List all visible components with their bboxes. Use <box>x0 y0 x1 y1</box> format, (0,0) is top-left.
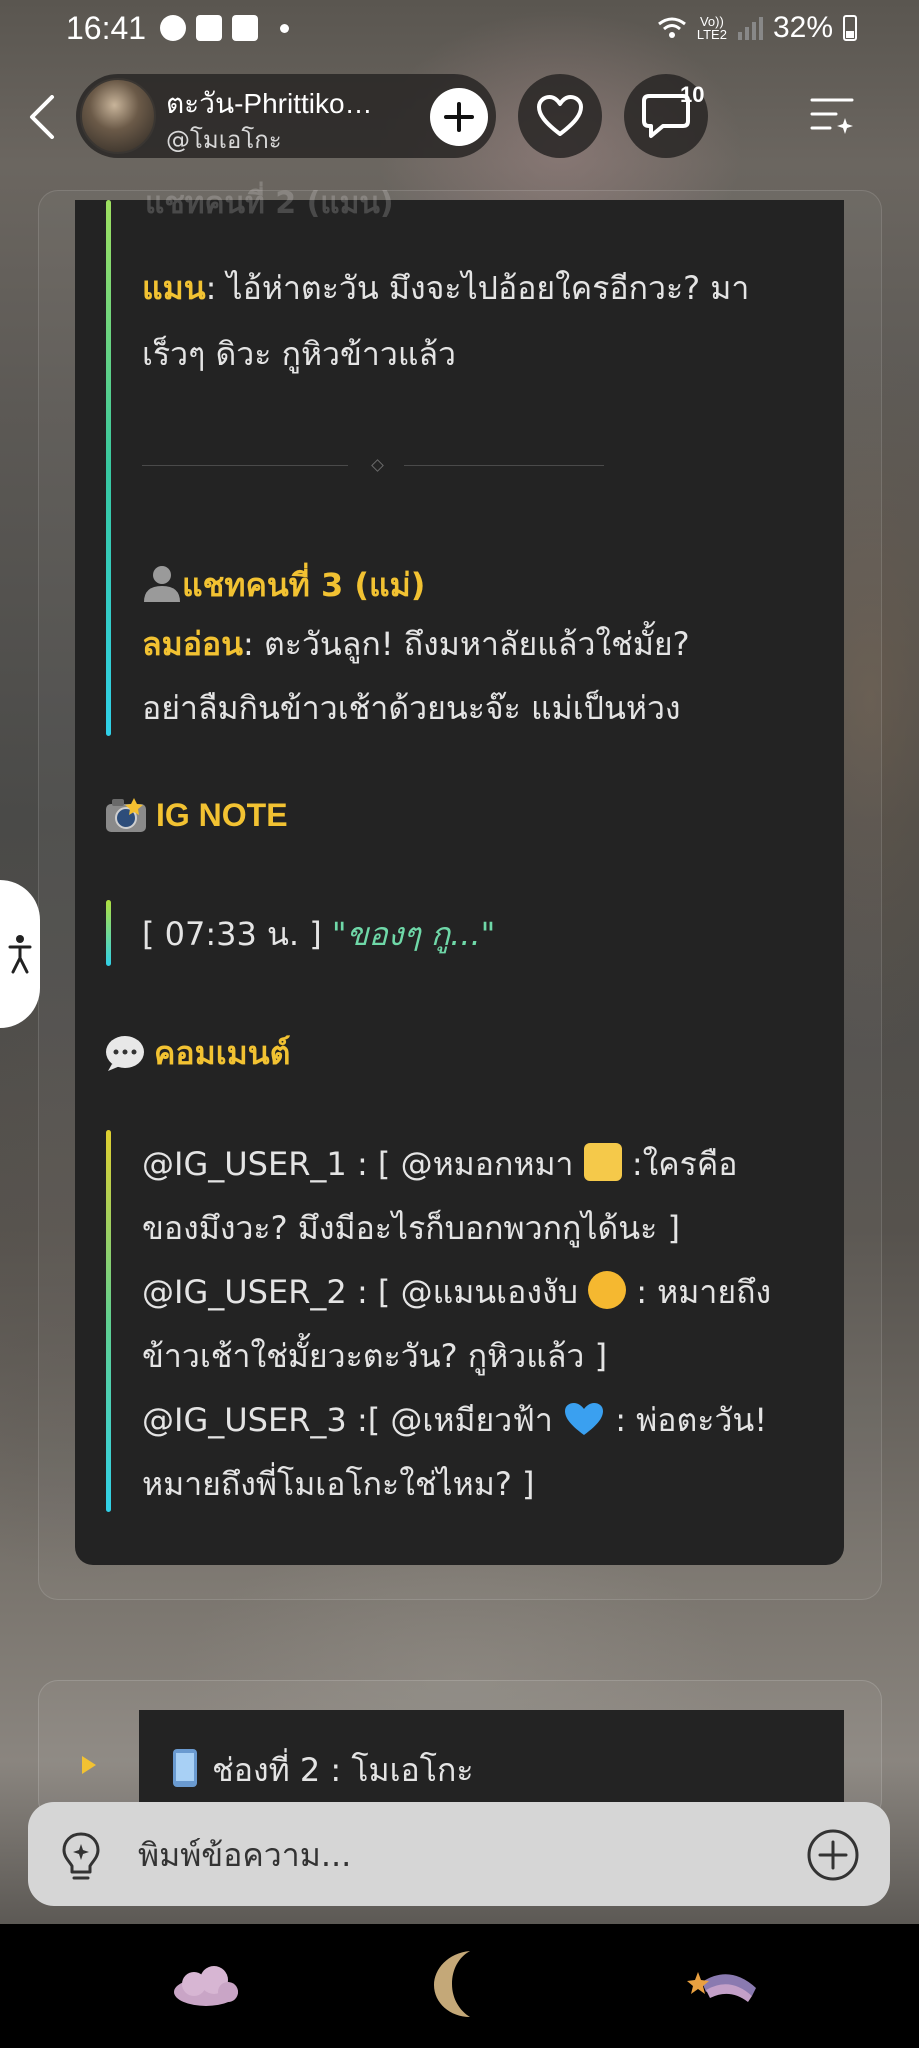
quote-bar-comments <box>106 1130 111 1512</box>
chat-mom-text1: : ตะวันลูก! ถึงมหาลัยแล้วใช่มั้ย? <box>243 625 690 663</box>
speaker-mom: ลมอ่อน <box>142 625 244 663</box>
comments-heading: คอมเมนต์ <box>104 1028 290 1079</box>
lte-label: LTE2 <box>696 27 727 42</box>
comment-1-text: :ใครคือ <box>621 1145 738 1183</box>
speech-bubble-icon <box>106 1036 144 1071</box>
comment-1-user: @IG_USER_1 : [ @หมอกหมา <box>142 1145 574 1183</box>
back-button[interactable] <box>20 90 64 144</box>
chat-man-text1: : ไอ้ห่าตะวัน มึงจะไปอ้อยใครอีกวะ? มา <box>205 269 750 307</box>
accessibility-tab[interactable] <box>0 880 40 1028</box>
chat-man-line1: แมน: ไอ้ห่าตะวัน มึงจะไปอ้อยใครอีกวะ? มา <box>142 256 749 320</box>
menu-sparkle-icon <box>810 98 854 134</box>
shooting-star-icon <box>687 1972 756 2002</box>
moon-icon <box>434 1951 470 2017</box>
add-button[interactable] <box>430 88 488 146</box>
chat-mom-heading: แชทคนที่ 3 (แม่) <box>142 560 425 611</box>
menu-button[interactable] <box>808 94 856 140</box>
wifi-icon <box>657 17 686 38</box>
plus-icon <box>444 102 474 132</box>
message-input[interactable] <box>138 1828 778 1882</box>
channel-2-title: ช่องที่ 2 : โมเอโกะ <box>170 1745 474 1796</box>
heart-icon <box>537 95 583 136</box>
avatar[interactable] <box>80 78 156 154</box>
blue-heart-emoji-icon <box>565 1403 604 1435</box>
comment-3-text: : พ่อตะวัน! <box>605 1401 768 1439</box>
comment-2-text: : หมายถึง <box>626 1273 772 1311</box>
battery-percent: 32% <box>772 11 833 44</box>
ig-note-heading: IG NOTE <box>104 796 288 834</box>
chevron-left-icon <box>30 95 54 139</box>
speaker-man: แมน <box>142 269 206 307</box>
comment-3-user: @IG_USER_3 :[ @เหมียวฟ้า <box>142 1401 553 1439</box>
comment-2-line2: ข้าวเช้าใช่มั้ยวะตะวัน? กูหิวแล้ว ] <box>142 1337 608 1375</box>
plus-circle-icon <box>807 1829 859 1881</box>
face-with-mask-emoji-icon <box>583 1143 622 1181</box>
ig-note-line: [ 07:33 น. ] "ของๆ กู..." <box>142 902 495 966</box>
like-button[interactable] <box>518 74 602 158</box>
comment-3-line1: @IG_USER_3 :[ @เหมียวฟ้า : พ่อตะวัน! <box>142 1388 767 1452</box>
status-time: 16:41 <box>66 9 147 46</box>
profile-handle: @โมเอโกะ <box>166 126 282 154</box>
zany-face-emoji-icon <box>588 1271 627 1309</box>
comments-heading-text: คอมเมนต์ <box>154 1034 291 1072</box>
channel-2-title-text: ช่องที่ 2 : โมเอโกะ <box>212 1751 474 1789</box>
notification-circle-icon <box>160 15 187 41</box>
quote-bar-note <box>106 900 111 966</box>
nav-moon[interactable] <box>424 1944 494 2024</box>
status-right: Vo)) LTE2 32% <box>657 11 857 45</box>
app-notification-icon <box>232 15 259 41</box>
cloud-icon <box>174 1966 238 2006</box>
person-silhouette-icon <box>144 566 180 602</box>
chat-man-line2: เร็วๆ ดิวะ กูหิวข้าวแล้ว <box>142 335 457 373</box>
nav-shooting-star[interactable] <box>684 1952 760 2022</box>
mobile-phone-icon <box>173 1749 197 1787</box>
ig-note-heading-text: IG NOTE <box>156 797 288 833</box>
signal-icon <box>737 17 763 40</box>
divider-left <box>142 465 348 466</box>
chat-mom-line1: ลมอ่อน: ตะวันลูก! ถึงมหาลัยแล้วใช่มั้ย? <box>142 612 690 676</box>
bottom-nav <box>0 1924 919 2048</box>
chat-header: ตะวัน-Phrittiko… @โมเอโกะ 10 <box>0 72 919 162</box>
ig-note-time: [ 07:33 น. ] <box>142 915 322 953</box>
battery-icon <box>843 15 857 41</box>
accessibility-icon <box>8 935 32 974</box>
lightbulb-icon <box>62 1832 100 1880</box>
more-notifications-dot-icon <box>280 23 290 33</box>
chat-mom-line2: อย่าลืมกินข้าวเช้าด้วยนะจ๊ะ แม่เป็นห่วง <box>142 689 681 727</box>
nav-cloud[interactable] <box>166 1952 246 2022</box>
comment-3-line2: หมายถึงพี่โมเอโกะใช่ไหม? ] <box>142 1465 535 1503</box>
camera-flash-icon <box>106 798 146 832</box>
comment-count-badge: 10 <box>680 82 705 107</box>
faded-chat-heading: แชทคนที่ 2 (แมน) <box>145 186 394 221</box>
gallery-icon <box>196 15 223 41</box>
notification-icons <box>160 15 290 41</box>
expand-arrow-icon[interactable] <box>82 1756 96 1774</box>
comment-2-user: @IG_USER_2 : [ @แมนเองงับ <box>142 1273 578 1311</box>
attach-button[interactable] <box>806 1828 860 1882</box>
divider-right <box>404 465 604 466</box>
lightbulb-button[interactable] <box>56 1830 106 1884</box>
status-bar: 16:41 Vo)) LTE2 32% <box>0 0 919 56</box>
ig-note-quote: "ของๆ กู..." <box>331 915 496 953</box>
comment-2-line1: @IG_USER_2 : [ @แมนเองงับ : หมายถึง <box>142 1260 771 1324</box>
quote-bar-chat <box>106 200 111 736</box>
chat-mom-heading-text: แชทคนที่ 3 (แม่) <box>182 566 426 604</box>
network-indicator: Vo)) LTE2 <box>697 15 727 41</box>
comment-1-line1: @IG_USER_1 : [ @หมอกหมา :ใครคือ <box>142 1132 737 1196</box>
profile-pill[interactable]: ตะวัน-Phrittiko… @โมเอโกะ <box>76 74 496 158</box>
comment-1-line2: ของมึงวะ? มึงมีอะไรก็บอกพวกกูได้นะ ] <box>142 1209 680 1247</box>
